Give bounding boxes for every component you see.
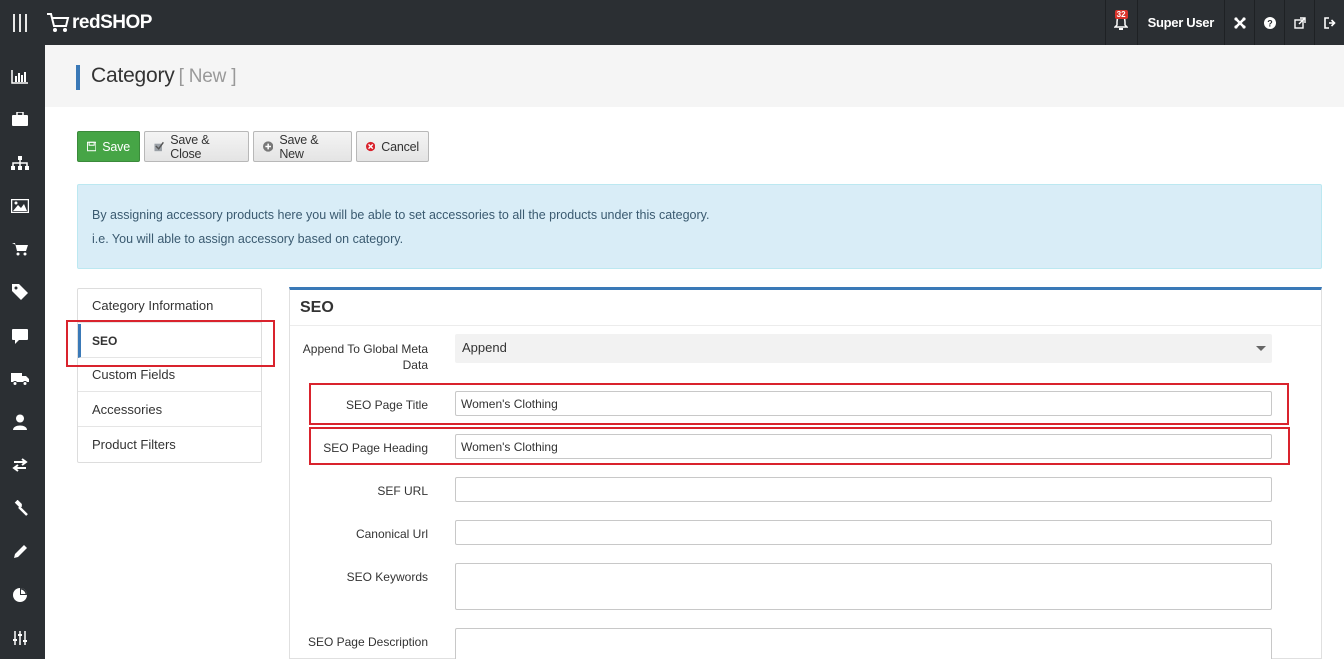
hammer-icon[interactable] bbox=[0, 493, 40, 523]
tab-list: Category Information SEO Custom Fields A… bbox=[77, 288, 262, 463]
floppy-icon bbox=[87, 141, 97, 152]
tag-icon[interactable] bbox=[0, 277, 40, 307]
info-alert: By assigning accessory products here you… bbox=[77, 184, 1322, 269]
seo-description-label: SEO Page Description bbox=[307, 635, 428, 649]
external-link-button[interactable] bbox=[1284, 0, 1314, 45]
joomla-button[interactable] bbox=[1224, 0, 1254, 45]
comment-icon[interactable] bbox=[0, 321, 40, 351]
save-button[interactable]: Save bbox=[77, 131, 140, 162]
canonical-url-input[interactable] bbox=[455, 520, 1272, 545]
cancel-icon bbox=[366, 141, 376, 152]
tab-accessories[interactable]: Accessories bbox=[78, 393, 261, 427]
page-header: Category[ New ] bbox=[45, 45, 1344, 107]
sliders-icon[interactable] bbox=[0, 623, 40, 653]
sef-url-label: SEF URL bbox=[377, 484, 428, 498]
user-icon[interactable] bbox=[0, 407, 40, 437]
dashboard-icon[interactable] bbox=[0, 62, 40, 92]
save-close-button[interactable]: Save & Close bbox=[144, 131, 249, 162]
truck-icon[interactable] bbox=[0, 364, 40, 394]
chevron-down-icon bbox=[1256, 346, 1266, 351]
external-link-icon bbox=[1293, 16, 1306, 29]
pie-chart-icon[interactable] bbox=[0, 580, 40, 610]
cancel-button[interactable]: Cancel bbox=[356, 131, 429, 162]
page-subtitle: [ New ] bbox=[178, 66, 237, 87]
save-new-button[interactable]: Save & New bbox=[253, 131, 352, 162]
highlight-seo-tab bbox=[66, 320, 275, 367]
panel-title: SEO bbox=[300, 299, 334, 316]
image-icon[interactable] bbox=[0, 191, 40, 221]
append-meta-select[interactable]: Append bbox=[455, 334, 1272, 363]
help-button[interactable]: ? bbox=[1254, 0, 1284, 45]
help-icon: ? bbox=[1263, 16, 1276, 29]
sitemap-icon[interactable] bbox=[0, 148, 40, 178]
cart-logo-icon bbox=[47, 13, 70, 32]
alert-line-1: By assigning accessory products here you… bbox=[92, 208, 710, 222]
redshop-logo[interactable]: redSHOP bbox=[46, 8, 152, 38]
logout-icon bbox=[1323, 16, 1336, 29]
highlight-seo-page-title bbox=[309, 383, 1289, 425]
append-meta-label: Append To Global Meta Data bbox=[302, 342, 428, 372]
seo-keywords-textarea[interactable] bbox=[455, 563, 1272, 610]
menu-toggle-icon[interactable] bbox=[0, 0, 40, 45]
panel-divider bbox=[290, 325, 1321, 326]
append-meta-value: Append bbox=[462, 340, 507, 355]
notifications-button[interactable]: 32 bbox=[1104, 0, 1137, 45]
tab-category-information[interactable]: Category Information bbox=[78, 289, 261, 323]
sidebar bbox=[0, 45, 45, 659]
app-name: redSHOP bbox=[72, 12, 152, 33]
exchange-icon[interactable] bbox=[0, 450, 40, 480]
top-navbar: redSHOP 32 Super User ? bbox=[0, 0, 1344, 45]
title-accent-bar bbox=[76, 65, 80, 90]
canonical-url-label: Canonical Url bbox=[355, 527, 428, 541]
sef-url-input[interactable] bbox=[455, 477, 1272, 502]
notification-badge: 32 bbox=[1114, 10, 1128, 19]
cart-icon[interactable] bbox=[0, 234, 40, 264]
user-menu[interactable]: Super User bbox=[1136, 0, 1224, 45]
briefcase-icon[interactable] bbox=[0, 104, 40, 134]
save-close-icon bbox=[154, 141, 164, 152]
highlight-seo-page-heading bbox=[309, 427, 1290, 465]
joomla-icon bbox=[1233, 16, 1246, 29]
plus-circle-icon bbox=[263, 141, 274, 152]
alert-line-2: i.e. You will able to assign accessory b… bbox=[92, 232, 404, 246]
seo-keywords-label: SEO Keywords bbox=[346, 570, 428, 584]
seo-description-textarea[interactable] bbox=[455, 628, 1272, 659]
svg-text:?: ? bbox=[1267, 18, 1273, 28]
pencil-icon[interactable] bbox=[0, 537, 40, 567]
logout-button[interactable] bbox=[1314, 0, 1344, 45]
page-title: Category[ New ] bbox=[91, 64, 237, 87]
tab-product-filters[interactable]: Product Filters bbox=[78, 427, 261, 461]
